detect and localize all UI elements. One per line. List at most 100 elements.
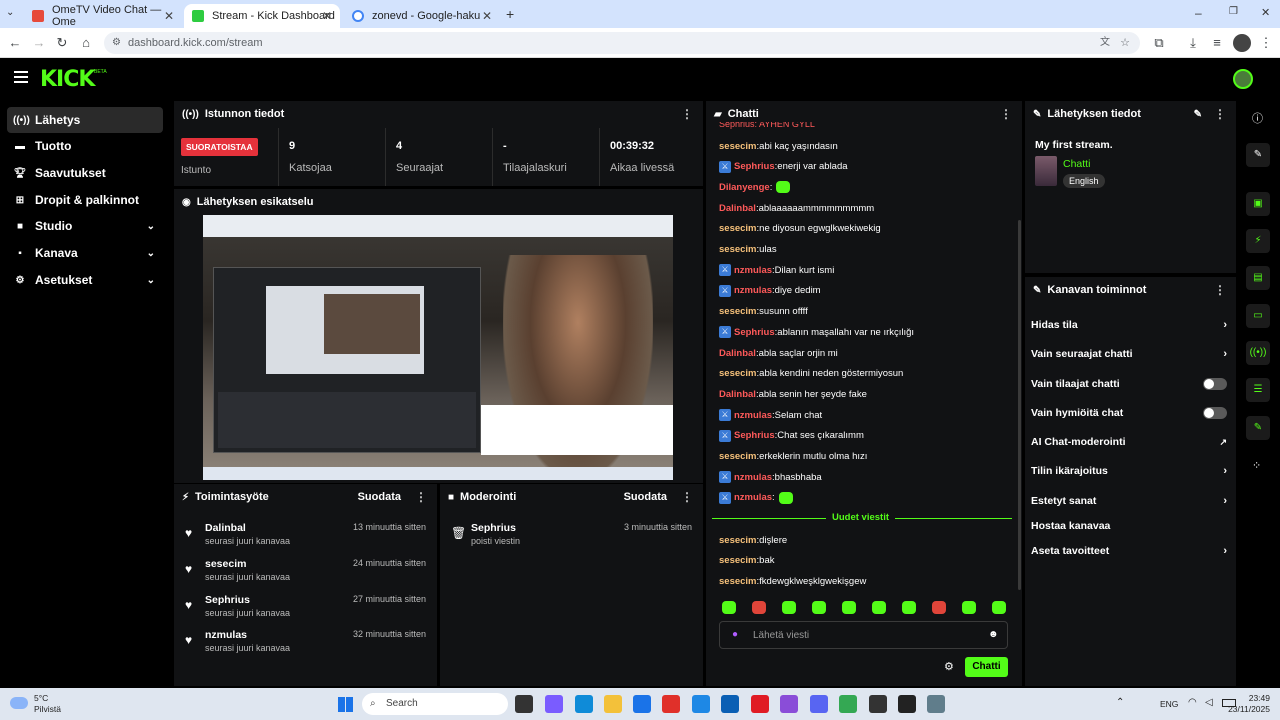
chat-username[interactable]: sesecim	[719, 576, 757, 587]
chat-username[interactable]: sesecim	[719, 141, 757, 152]
more-options-icon[interactable]: ⋮	[1214, 283, 1226, 297]
weather-cloud-icon[interactable]	[10, 697, 28, 709]
opera-icon[interactable]	[751, 695, 769, 713]
channel-action-6[interactable]: Tilin ikärajoitus ›	[1031, 461, 1227, 481]
more-options-icon[interactable]: ⋮	[1214, 107, 1226, 121]
activity-user[interactable]: sesecim	[205, 558, 246, 570]
sidebar-item-lahetys[interactable]: ((•)) Lähetys	[7, 107, 163, 133]
site-info-icon[interactable]: ⚙	[112, 32, 121, 54]
chat-scrollbar[interactable]	[1018, 220, 1021, 590]
chrome-icon[interactable]	[839, 695, 857, 713]
store-icon[interactable]	[721, 695, 739, 713]
clock-time[interactable]: 23:49	[1222, 693, 1270, 703]
volume-icon[interactable]: ◁	[1205, 697, 1213, 708]
sidebar-item-dropit[interactable]: ⊞ Dropit & palkinnot	[7, 187, 163, 213]
lightning-widget-icon[interactable]: ⚡︎	[1246, 229, 1270, 253]
sidebar-item-asetukset[interactable]: ⚙ Asetukset ⌄	[7, 267, 163, 293]
chat-send-button[interactable]: Chatti	[965, 657, 1008, 677]
back-arrow-icon[interactable]: ←	[6, 34, 24, 52]
chat-username[interactable]: sesecim	[719, 451, 757, 462]
filter-button[interactable]: Suodata	[358, 491, 401, 503]
more-options-icon[interactable]: ⋮	[1000, 107, 1012, 121]
chat-username[interactable]: sesecim	[719, 223, 757, 234]
chat-username[interactable]: sesecim	[719, 535, 757, 546]
new-tab-plus-icon[interactable]: +	[506, 6, 514, 22]
broadcast-widget-icon[interactable]: ((•))	[1246, 341, 1270, 365]
chat-username[interactable]: nzmulas	[734, 410, 772, 421]
layout-widget-icon[interactable]: ☰	[1246, 378, 1270, 402]
reload-icon[interactable]: ↻	[53, 34, 71, 52]
edit-pencil-icon[interactable]: ✎	[1194, 109, 1202, 120]
channel-action-9[interactable]: Aseta tavoitteet ›	[1031, 541, 1227, 561]
minimize-icon[interactable]: –	[1195, 6, 1202, 20]
sidebar-item-studio[interactable]: ■ Studio ⌄	[7, 213, 163, 239]
tray-chevron-icon[interactable]: ⌃	[1116, 697, 1124, 708]
forward-arrow-icon[interactable]: →	[30, 34, 48, 52]
sidebar-item-kanava[interactable]: ▪ Kanava ⌄	[7, 240, 163, 266]
filter-button[interactable]: Suodata	[624, 491, 667, 503]
kick-logo[interactable]: KICK	[40, 67, 95, 92]
obs-icon[interactable]	[898, 695, 916, 713]
quick-emote-icon[interactable]	[752, 601, 766, 614]
restore-icon[interactable]: ❐	[1229, 6, 1238, 17]
close-tab-icon[interactable]: ✕	[322, 9, 332, 23]
quick-emote-icon[interactable]	[902, 601, 916, 614]
download-icon[interactable]: ⤓	[1184, 34, 1202, 52]
edit-layout-icon[interactable]: ✎	[1246, 143, 1270, 167]
file-explorer-icon[interactable]	[604, 695, 622, 713]
channel-action-8[interactable]: Hostaa kanavaa	[1031, 516, 1227, 536]
chat-username[interactable]: Sephrius	[734, 327, 775, 338]
tab-ometv[interactable]: OmeTV Video Chat — Ome ✕	[24, 4, 182, 28]
chat-username[interactable]: sesecim	[719, 555, 757, 566]
chat-settings-gear-icon[interactable]: ⚙	[944, 660, 954, 673]
close-tab-icon[interactable]: ✕	[482, 9, 492, 23]
sidebar-item-saavutukset[interactable]: 🏆︎ Saavutukset	[7, 160, 163, 186]
chat-username[interactable]: Dalinbal	[719, 203, 756, 214]
activity-user[interactable]: nzmulas	[205, 629, 247, 641]
chat-username[interactable]: sesecim	[719, 306, 757, 317]
quick-emote-icon[interactable]	[872, 601, 886, 614]
extensions-icon[interactable]: ⧉	[1150, 34, 1168, 52]
address-bar[interactable]: ⚙ dashboard.kick.com/stream 文 ☆	[104, 32, 1140, 54]
input-language[interactable]: ENG	[1160, 699, 1178, 709]
quick-emote-icon[interactable]	[722, 601, 736, 614]
chat-username[interactable]: Dilanyenge	[719, 182, 770, 193]
windows-start-icon[interactable]	[338, 697, 353, 712]
more-options-icon[interactable]: ⋮	[681, 107, 693, 121]
more-options-icon[interactable]: ⋮	[681, 490, 693, 504]
chat-username[interactable]: nzmulas	[734, 285, 772, 296]
document-widget-icon[interactable]: ▤	[1246, 266, 1270, 290]
channel-action-4[interactable]: Vain hymiöitä chat	[1031, 403, 1227, 423]
quick-emote-icon[interactable]	[842, 601, 856, 614]
wrench-widget-icon[interactable]: ✎	[1246, 416, 1270, 440]
add-widget-icon[interactable]: ⁘	[1252, 459, 1261, 472]
moderation-user[interactable]: Sephrius	[471, 522, 516, 534]
toggle-switch[interactable]	[1203, 378, 1227, 390]
chat-username[interactable]: nzmulas	[734, 472, 772, 483]
tab-google[interactable]: zonevd - Google-haku ✕	[344, 4, 500, 28]
menu-kebab-icon[interactable]: ⋮	[1257, 34, 1275, 52]
info-icon[interactable]: ⓘ	[1252, 110, 1263, 126]
tab-kick-dashboard[interactable]: Stream - Kick Dashboard ✕	[184, 4, 340, 28]
chat-username[interactable]: Dalinbal	[719, 389, 756, 400]
clock-date[interactable]: 23/11/2025	[1222, 704, 1270, 714]
chat-username[interactable]: Sephrius	[734, 161, 775, 172]
quick-emote-icon[interactable]	[962, 601, 976, 614]
activity-user[interactable]: Sephrius	[205, 594, 250, 606]
emoji-picker-icon[interactable]: ☻	[988, 629, 999, 640]
chat-widget-icon[interactable]: ▭	[1246, 304, 1270, 328]
activity-user[interactable]: Dalinbal	[205, 522, 246, 534]
chat-username[interactable]: sesecim	[719, 244, 757, 255]
proton-icon[interactable]	[780, 695, 798, 713]
taskbar-search[interactable]: ⌕ Search	[362, 693, 508, 715]
snipping-icon[interactable]	[869, 695, 887, 713]
chat-input[interactable]: ● Lähetä viesti ☻	[719, 621, 1008, 649]
chat-username[interactable]: nzmulas	[734, 492, 772, 503]
task-view-icon[interactable]	[515, 695, 533, 713]
toggle-switch[interactable]	[1203, 407, 1227, 419]
channel-action-1[interactable]: Hidas tila ›	[1031, 315, 1227, 335]
quick-emote-icon[interactable]	[992, 601, 1006, 614]
chat-username[interactable]: Dalinbal	[719, 348, 756, 359]
bookmark-star-icon[interactable]: ☆	[1120, 32, 1130, 54]
close-tab-icon[interactable]: ✕	[164, 9, 174, 23]
